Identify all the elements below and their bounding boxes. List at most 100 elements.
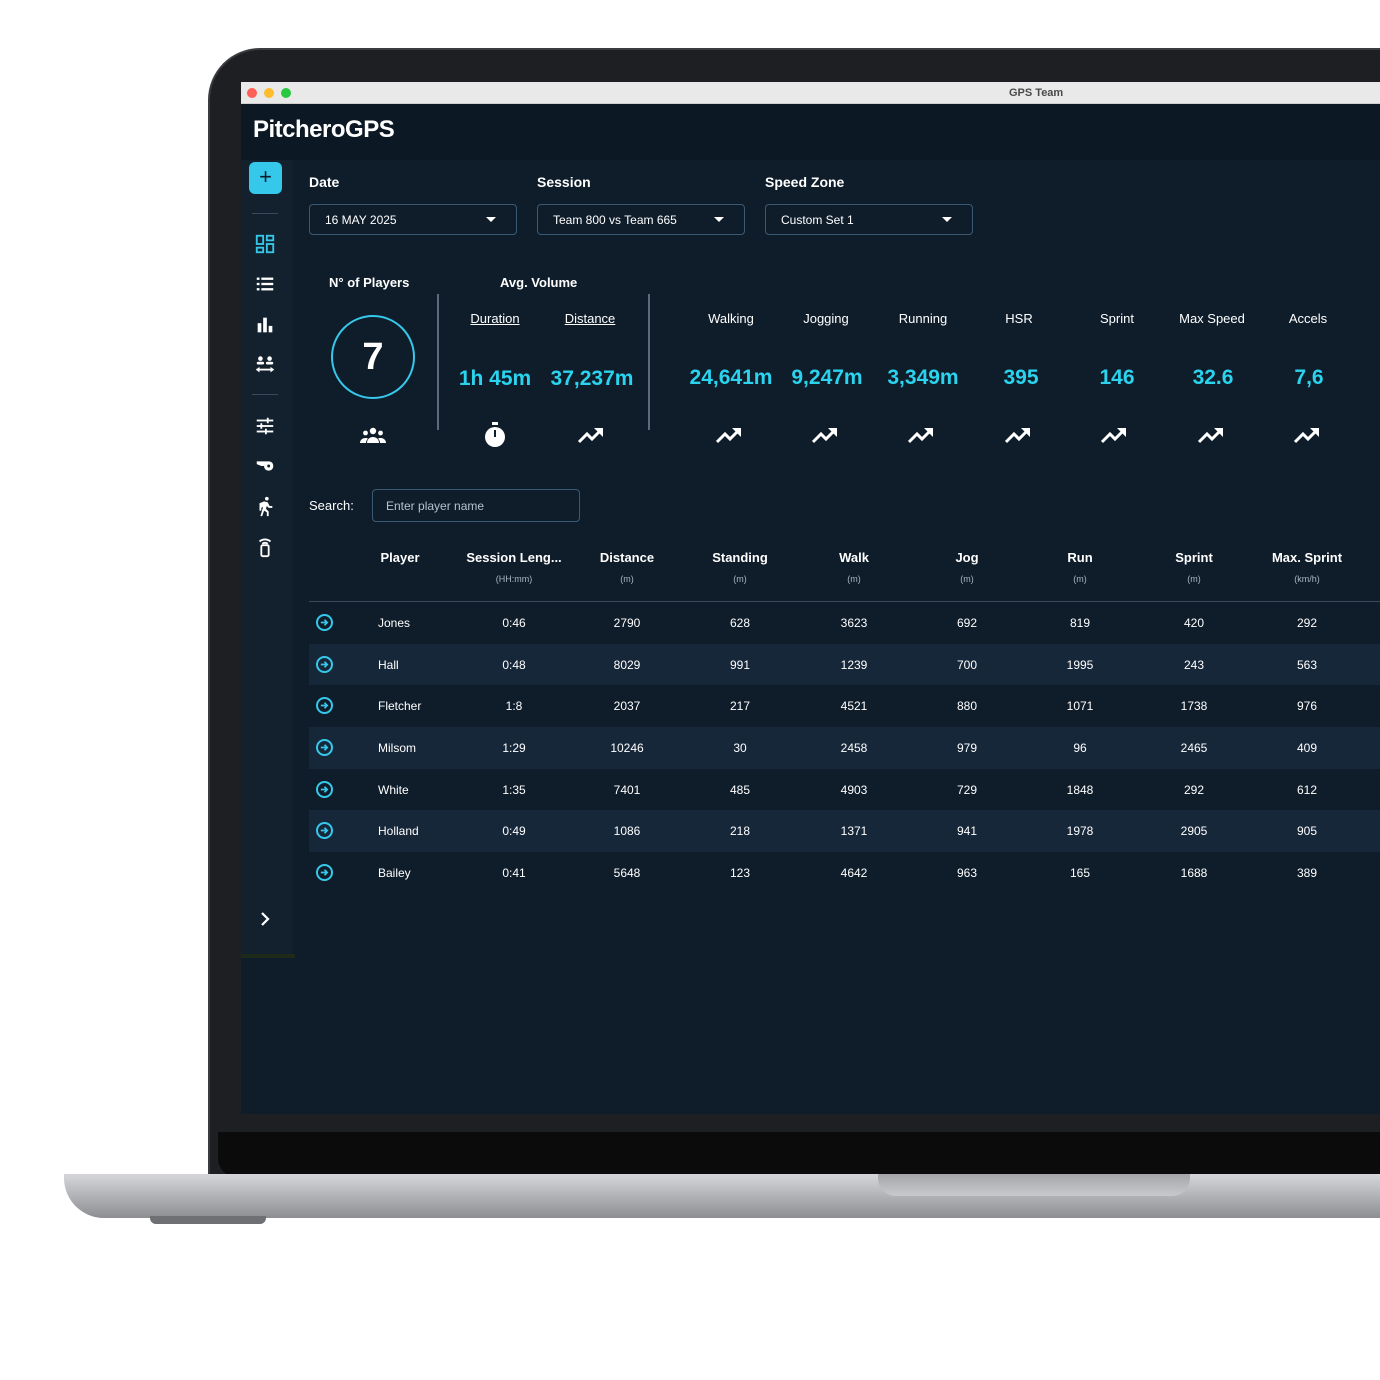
table-cell-distance: 1086 [613,824,641,839]
table-row[interactable]: Holland 0:49 1086 218 1371 941 1978 2905 905 [309,810,1380,853]
team-compare-icon[interactable] [254,354,276,376]
table-cell-walk: 4521 [840,699,868,714]
table-cell-distance: 2037 [613,699,641,714]
table-cell-run: 165 [1069,866,1091,881]
table-cell-walk: 2458 [840,741,868,756]
app-logo: PitcheroGPS [253,116,395,143]
table-cell-run: 96 [1073,741,1087,756]
table-row[interactable]: Hall 0:48 8029 991 1239 700 1995 243 563 [309,643,1380,686]
table-cell-run: 1978 [1066,824,1094,839]
table-cell-sprint: 2905 [1180,824,1208,839]
table-row[interactable]: Jones 0:46 2790 628 3623 692 819 420 292 [309,602,1380,644]
column-header-distance[interactable]: Distance (m) [567,550,687,584]
table-cell-session-leng: 0:48 [502,657,526,672]
column-header-unit: (km/h) [1294,574,1320,584]
column-header-unit: (m) [960,574,974,584]
dashboard-icon[interactable] [254,233,276,255]
chevron-right-icon[interactable] [256,910,274,928]
player-name-cell: Bailey [378,866,411,881]
whistle-icon[interactable] [254,455,276,477]
date-value: 16 MAY 2025 [325,213,397,227]
column-header-standing[interactable]: Standing (m) [680,550,800,584]
close-window-button[interactable] [247,88,257,98]
table-cell-session-leng: 1:8 [505,699,523,714]
table-cell-jog: 700 [956,657,978,672]
distance-label[interactable]: Distance [542,311,638,326]
add-button[interactable]: + [249,162,282,194]
table-cell-max-sprint: 612 [1296,782,1318,797]
column-header-unit: (m) [1073,574,1087,584]
session-value: Team 800 vs Team 665 [553,213,677,227]
table-cell-session-leng: 0:49 [502,824,526,839]
trend-up-icon [1100,425,1128,445]
list-icon[interactable] [254,273,276,295]
column-header-max-sprint[interactable]: Max. Sprint (km/h) [1247,550,1367,584]
search-label: Search: [309,498,354,513]
table-cell-max-sprint: 389 [1296,866,1318,881]
distance-value: 37,237m [550,367,634,390]
maximize-window-button[interactable] [281,88,291,98]
stat-divider [437,294,439,430]
column-header-player[interactable]: Player [340,550,460,574]
table-cell-sprint: 1738 [1180,699,1208,714]
table-cell-standing: 123 [729,866,751,881]
column-header-session-leng[interactable]: Session Leng... (HH:mm) [454,550,574,584]
table-row[interactable]: Bailey 0:41 5648 123 4642 963 165 1688 389 [309,852,1380,894]
open-player-icon[interactable] [316,864,333,882]
sliders-icon[interactable] [254,415,276,437]
open-player-icon[interactable] [316,697,333,715]
session-select[interactable]: Team 800 vs Team 665 [537,204,745,235]
open-player-icon[interactable] [316,739,333,757]
open-player-icon[interactable] [316,614,333,631]
table-cell-session-leng: 0:41 [502,866,526,881]
column-header-run[interactable]: Run (m) [1020,550,1140,584]
gps-device-icon[interactable] [254,536,276,558]
metric-label-accels: Accels [1288,311,1328,326]
session-label: Session [537,174,591,190]
table-cell-walk: 4903 [840,782,868,797]
minimize-window-button[interactable] [264,88,274,98]
caret-down-icon [714,217,724,222]
players-count: 7 [331,315,415,399]
open-player-icon[interactable] [316,655,333,673]
table-cell-session-leng: 1:35 [502,782,526,797]
table-cell-max-sprint: 409 [1296,741,1318,756]
column-header-label: Jog [955,550,979,565]
table-row[interactable]: Milsom 1:29 10246 30 2458 979 96 2465 409 [309,727,1380,769]
runner-icon[interactable] [254,495,276,517]
metric-label-hsr: HSR [1005,311,1033,326]
column-header-walk[interactable]: Walk (m) [794,550,914,584]
player-name-cell: Fletcher [378,699,422,714]
trend-up-icon [577,425,605,445]
table-cell-standing: 218 [729,824,751,839]
bar-chart-icon[interactable] [254,314,276,336]
open-player-icon[interactable] [316,822,333,840]
table-row[interactable]: White 1:35 7401 485 4903 729 1848 292 612 [309,769,1380,811]
column-header-label: Sprint [1175,550,1213,565]
caret-down-icon [942,217,952,222]
column-header-label: Walk [839,550,869,565]
metric-value-max-speed: 32.6 [1192,366,1234,389]
column-header-sprint[interactable]: Sprint (m) [1134,550,1254,584]
open-player-icon[interactable] [316,780,333,798]
table-cell-max-sprint: 976 [1296,699,1318,714]
table-cell-run: 819 [1069,616,1091,630]
trend-up-icon [1004,425,1032,445]
group-icon [359,425,387,445]
speed-zone-select[interactable]: Custom Set 1 [765,204,973,235]
column-header-unit: (m) [733,574,747,584]
stopwatch-icon [481,422,509,448]
metric-label-jogging: Jogging [803,311,849,326]
sidebar-footer-strip [241,954,295,958]
table-row[interactable]: Fletcher 1:8 2037 217 4521 880 1071 1738 976 [309,685,1380,727]
duration-label[interactable]: Duration [447,311,543,326]
search-input[interactable] [372,489,580,522]
date-select[interactable]: 16 MAY 2025 [309,204,517,235]
table-cell-distance: 7401 [613,782,641,797]
column-header-jog[interactable]: Jog (m) [907,550,1027,584]
table-cell-distance: 8029 [613,657,641,672]
session-filter: Session Team 800 vs Team 665 [537,174,745,235]
column-header-unit: (m) [847,574,861,584]
sidebar-divider [252,213,278,214]
trend-up-icon [1197,425,1225,445]
